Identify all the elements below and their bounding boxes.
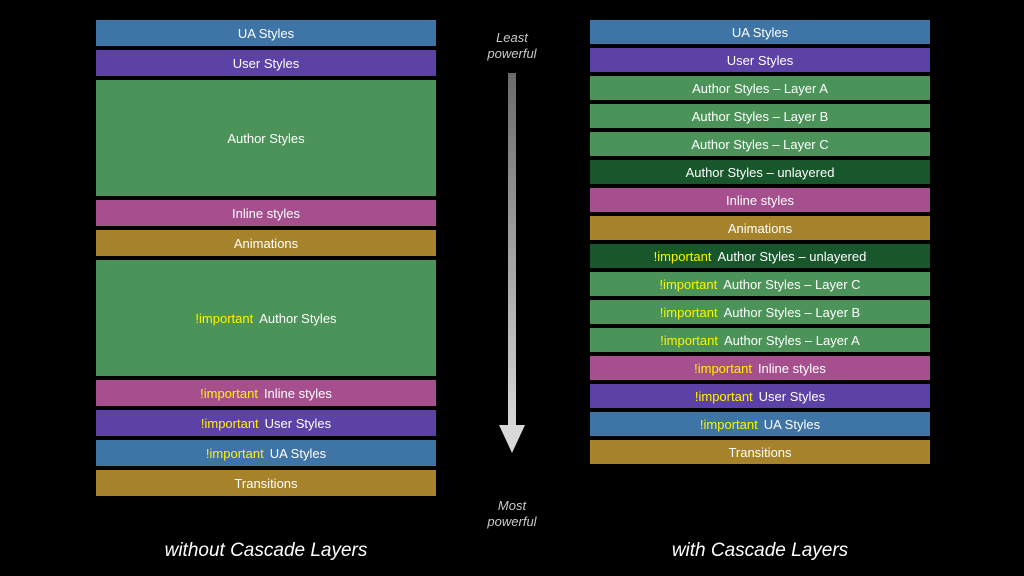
right-row-3: Author Styles – Layer B <box>590 104 930 128</box>
right-row-0: UA Styles <box>590 20 930 44</box>
row-label: User Styles <box>265 417 331 430</box>
axis-arrow <box>499 63 525 498</box>
axis-label-least: Leastpowerful <box>487 30 536 63</box>
right-row-4: Author Styles – Layer C <box>590 132 930 156</box>
left-row-2: Author Styles <box>96 80 436 196</box>
left-row-6: !important Inline styles <box>96 380 436 406</box>
right-row-9: !important Author Styles – Layer C <box>590 272 930 296</box>
important-marker: !important <box>660 334 718 347</box>
right-row-2: Author Styles – Layer A <box>590 76 930 100</box>
diagram-stage: UA Styles User Styles Author Styles Inline … <box>0 0 1024 576</box>
right-row-14: !important UA Styles <box>590 412 930 436</box>
row-label: Author Styles – Layer C <box>691 138 828 151</box>
right-row-13: !important User Styles <box>590 384 930 408</box>
row-label: UA Styles <box>270 447 326 460</box>
left-row-8: !important UA Styles <box>96 440 436 466</box>
important-marker: !important <box>695 390 753 403</box>
important-marker: !important <box>206 447 264 460</box>
row-label: Author Styles – unlayered <box>717 250 866 263</box>
right-row-8: !important Author Styles – unlayered <box>590 244 930 268</box>
row-label: Author Styles <box>227 132 304 145</box>
axis-label-most: Mostpowerful <box>487 498 536 531</box>
row-label: Transitions <box>728 446 791 459</box>
important-marker: !important <box>694 362 752 375</box>
row-label: User Styles <box>727 54 793 67</box>
important-marker: !important <box>200 387 258 400</box>
row-label: UA Styles <box>238 27 294 40</box>
row-label: Inline styles <box>264 387 332 400</box>
important-marker: !important <box>660 306 718 319</box>
caption-with: with Cascade Layers <box>590 540 930 562</box>
right-row-1: User Styles <box>590 48 930 72</box>
row-label: Author Styles – unlayered <box>686 166 835 179</box>
row-label: Author Styles – Layer A <box>692 82 828 95</box>
left-row-4: Animations <box>96 230 436 256</box>
row-label: UA Styles <box>764 418 820 431</box>
row-label: Author Styles – Layer B <box>724 306 861 319</box>
power-axis: Leastpowerful Mostpowerful <box>452 30 572 530</box>
left-row-3: Inline styles <box>96 200 436 226</box>
important-marker: !important <box>654 250 712 263</box>
row-label: Inline styles <box>726 194 794 207</box>
row-label: User Styles <box>233 57 299 70</box>
right-row-6: Inline styles <box>590 188 930 212</box>
left-row-9: Transitions <box>96 470 436 496</box>
right-row-15: Transitions <box>590 440 930 464</box>
left-row-0: UA Styles <box>96 20 436 46</box>
row-label: UA Styles <box>732 26 788 39</box>
column-with-layers: UA Styles User Styles Author Styles – Laye… <box>590 20 930 464</box>
important-marker: !important <box>201 417 259 430</box>
row-label: Animations <box>728 222 792 235</box>
right-row-5: Author Styles – unlayered <box>590 160 930 184</box>
row-label: Inline styles <box>758 362 826 375</box>
row-label: Animations <box>234 237 298 250</box>
caption-without: without Cascade Layers <box>96 540 436 562</box>
left-row-7: !important User Styles <box>96 410 436 436</box>
left-row-5: !important Author Styles <box>96 260 436 376</box>
row-label: Author Styles <box>259 312 336 325</box>
row-label: Author Styles – Layer C <box>723 278 860 291</box>
left-row-1: User Styles <box>96 50 436 76</box>
row-label: Inline styles <box>232 207 300 220</box>
right-row-11: !important Author Styles – Layer A <box>590 328 930 352</box>
right-row-12: !important Inline styles <box>590 356 930 380</box>
right-row-10: !important Author Styles – Layer B <box>590 300 930 324</box>
right-row-7: Animations <box>590 216 930 240</box>
down-arrow-icon <box>499 73 525 453</box>
row-label: Transitions <box>234 477 297 490</box>
row-label: Author Styles – Layer B <box>692 110 829 123</box>
important-marker: !important <box>700 418 758 431</box>
row-label: User Styles <box>759 390 825 403</box>
important-marker: !important <box>659 278 717 291</box>
important-marker: !important <box>195 312 253 325</box>
row-label: Author Styles – Layer A <box>724 334 860 347</box>
column-without-layers: UA Styles User Styles Author Styles Inline … <box>96 20 436 496</box>
